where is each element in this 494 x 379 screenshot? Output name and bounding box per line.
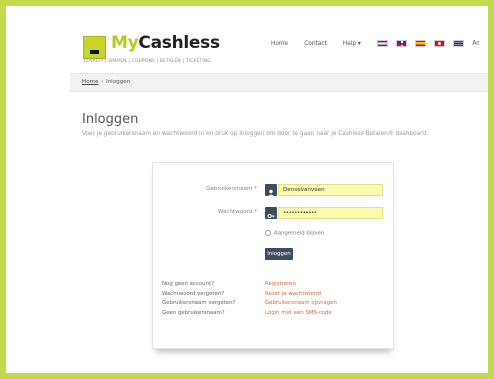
top-nav: Home Contact Help ▾ Ac (271, 33, 479, 47)
brand-my: My (111, 33, 139, 53)
help-question: Wachtwoord vergeten? (162, 290, 225, 297)
username-input[interactable] (278, 184, 383, 196)
list-item: Wachtwoord vergeten? Reset je wachtwoord (162, 291, 386, 301)
help-question: Nog geen account? (162, 281, 214, 287)
breadcrumb-home-link[interactable]: Home (82, 79, 99, 85)
register-link[interactable]: Registreren (265, 281, 296, 287)
login-button[interactable]: Inloggen (265, 248, 293, 260)
nav-help[interactable]: Help ▾ (343, 41, 361, 47)
password-input[interactable]: •••••••••••• (278, 207, 383, 219)
nav-account[interactable]: Ac (472, 41, 479, 47)
brand-tagline: LOYALTY | SPAREN | COUPONS | BETALEN | T… (84, 59, 211, 64)
username-label: Gebruikersnaam * (206, 186, 257, 192)
user-icon (265, 184, 277, 197)
breadcrumb-trail: Home» Inloggen (82, 79, 130, 85)
remember-me-checkbox[interactable]: Aangemeld blijven (265, 230, 324, 237)
list-item: Gebruikersnaam vergeten? Gebruikersnaam … (162, 300, 386, 310)
remember-me-toggle-icon[interactable] (265, 230, 271, 236)
flag-tr-icon[interactable] (434, 40, 446, 47)
header: MyCashless LOYALTY | SPAREN | COUPONS | … (6, 6, 488, 68)
flag-es-icon[interactable] (415, 40, 427, 47)
flag-en-icon[interactable] (396, 40, 408, 47)
page-intro: Voer je gebruikersnaam en wachtwoord in … (82, 131, 428, 137)
sms-login-link[interactable]: Login met een SMS-code (265, 310, 332, 316)
flag-th-icon[interactable] (453, 40, 465, 47)
reset-password-link[interactable]: Reset je wachtwoord (265, 291, 321, 297)
help-links: Nog geen account? Registreren Wachtwoord… (162, 281, 386, 319)
breadcrumb: Home» Inloggen (70, 73, 488, 92)
remember-me-label: Aangemeld blijven (274, 230, 325, 237)
breadcrumb-separator: » (100, 79, 104, 85)
page-title: Inloggen (82, 112, 139, 127)
help-question: Geen gebruikersnaam? (162, 309, 225, 316)
flag-nl-icon[interactable] (376, 40, 388, 47)
login-card: Gebruikersnaam * Wachtwoord * ••••••••••… (152, 162, 394, 349)
brand-cashless: Cashless (138, 33, 220, 53)
mycashless-logo-icon[interactable] (83, 36, 106, 59)
password-row: Wachtwoord * •••••••••••• (153, 207, 393, 219)
username-row: Gebruikersnaam * (153, 184, 393, 197)
brand-name[interactable]: MyCashless (111, 33, 220, 53)
key-icon (265, 207, 277, 219)
list-item: Geen gebruikersnaam? Login met een SMS-c… (162, 310, 386, 320)
request-username-link[interactable]: Gebruikersnaam opvragen (265, 300, 337, 306)
list-item: Nog geen account? Registreren (162, 281, 386, 291)
nav-home[interactable]: Home (271, 41, 288, 47)
help-question: Gebruikersnaam vergeten? (162, 300, 236, 306)
nav-contact[interactable]: Contact (304, 41, 327, 47)
password-label: Wachtwoord * (217, 209, 257, 215)
page: MyCashless LOYALTY | SPAREN | COUPONS | … (6, 6, 488, 373)
breadcrumb-current: Inloggen (105, 79, 131, 85)
